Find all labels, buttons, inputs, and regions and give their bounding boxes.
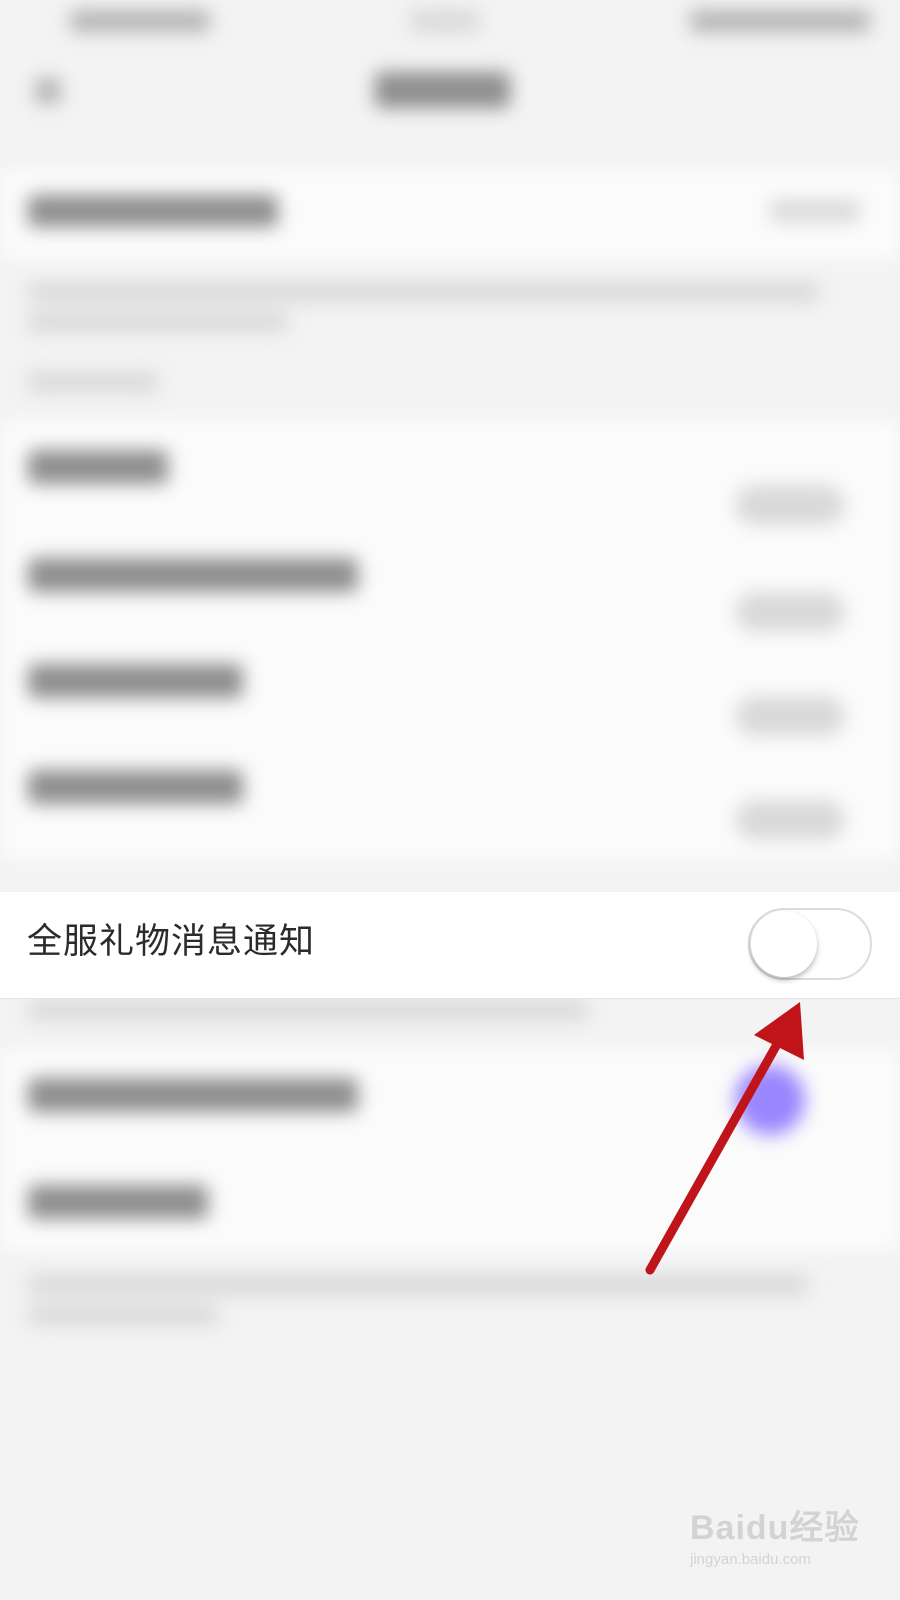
watermark-logo: Baidu经验 <box>690 1509 860 1547</box>
arrow-head <box>754 1002 804 1060</box>
baidu-watermark: Baidu经验 jingyan.baidu.com <box>690 1500 880 1590</box>
arrow-shaft <box>645 1025 790 1275</box>
red-arrow-annotation <box>645 1002 804 1275</box>
watermark-url: jingyan.baidu.com <box>690 1551 811 1568</box>
